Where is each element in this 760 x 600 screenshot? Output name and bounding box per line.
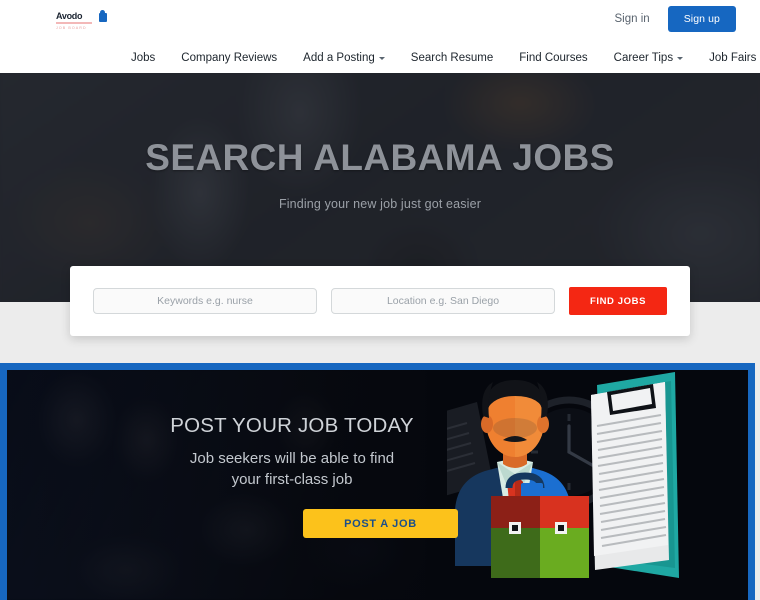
sign-in-link[interactable]: Sign in [609,9,656,29]
keywords-field-wrap [93,288,317,314]
nav-item-career-tips[interactable]: Career Tips [601,47,696,69]
nav-item-label: Search Resume [410,51,494,64]
keywords-input[interactable] [94,289,316,313]
site-logo[interactable]: Avodo JOB BOARD [56,10,107,31]
nav-item-label: Company Reviews [181,51,278,64]
nav-item-company-reviews[interactable]: Company Reviews [168,47,290,69]
nav-item-add-a-posting[interactable]: Add a Posting [290,47,398,69]
banner-subtitle-line-2: your first-class job [231,471,353,488]
chevron-down-icon [378,57,385,60]
clipboard-icon [591,372,679,578]
nav-item-jobs[interactable]: Jobs [118,47,168,69]
nav-item-label: Job Fairs [709,51,757,64]
location-field-wrap [331,288,555,314]
post-job-illustration [447,372,679,578]
banner-subtitle-line-1: Job seekers will be able to find [189,450,395,467]
banner-title: POST YOUR JOB TODAY [170,414,414,437]
nav-item-label: Career Tips [613,51,674,64]
nav-item-find-courses[interactable]: Find Courses [506,47,600,69]
logo-tagline: JOB BOARD [56,25,87,30]
chevron-down-icon [677,57,684,60]
auth-actions: Sign in Sign up [609,6,736,32]
post-job-banner: POST YOUR JOB TODAY Job seekers will be … [7,370,748,600]
nav-item-label: Jobs [131,51,156,64]
site-header: Avodo JOB BOARD Sign in Sign up Jobs Com… [0,0,760,73]
post-job-banner-frame: POST YOUR JOB TODAY Job seekers will be … [0,363,755,600]
logo-wordmark: Avodo [56,11,83,22]
nav-item-label: Add a Posting [303,51,375,64]
post-a-job-button[interactable]: POST A JOB [303,509,458,538]
logo-underline [56,22,92,24]
sign-up-button[interactable]: Sign up [667,6,736,32]
job-search-card: FIND JOBS [70,266,690,336]
nav-item-search-resume[interactable]: Search Resume [398,47,506,69]
find-jobs-button[interactable]: FIND JOBS [569,287,667,315]
location-input[interactable] [332,289,554,313]
banner-subtitle: Job seekers will be able to find your fi… [127,448,457,490]
nav-item-job-fairs[interactable]: Job Fairs [696,47,760,69]
hero-text-block: SEARCH ALABAMA JOBS Finding your new job… [0,73,760,211]
pin-icon [99,10,107,22]
header-top-bar: Avodo JOB BOARD Sign in Sign up [0,0,760,42]
page-title: SEARCH ALABAMA JOBS [145,137,615,178]
banner-text-block: POST YOUR JOB TODAY Job seekers will be … [127,414,457,490]
hero-subtitle: Finding your new job just got easier [278,197,482,211]
main-navigation: Jobs Company Reviews Add a Posting Searc… [0,42,760,73]
nav-item-label: Find Courses [519,51,588,64]
